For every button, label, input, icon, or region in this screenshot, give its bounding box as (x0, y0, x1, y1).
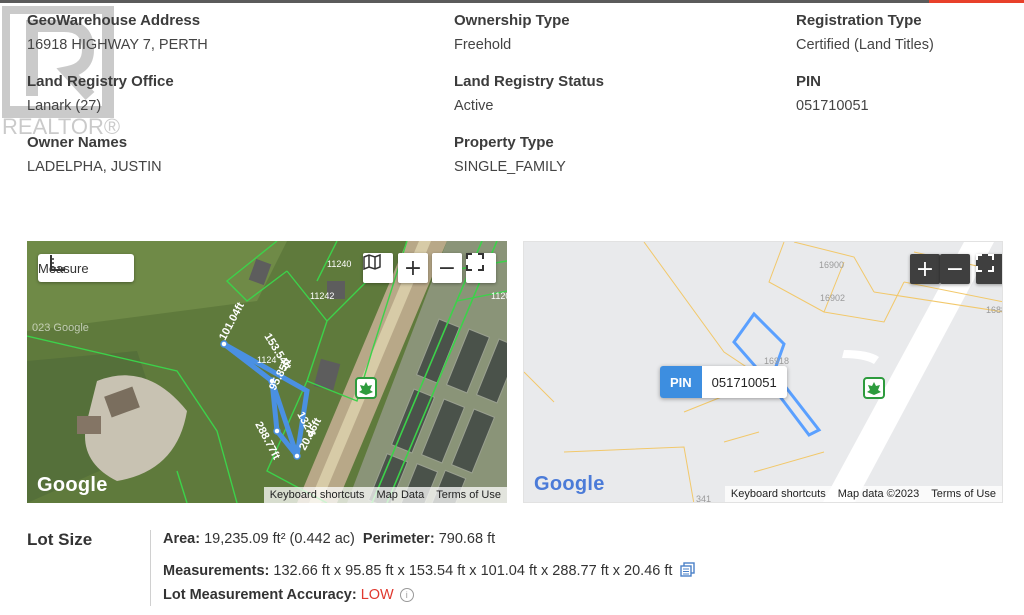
field-value: SINGLE_FAMILY (454, 159, 566, 175)
field-value: 051710051 (796, 98, 869, 114)
parcel-map[interactable]: 16900 16902 16918 1688 341 PIN 051710051… (523, 241, 1003, 503)
plus-icon: + (403, 255, 423, 281)
field-value: Lanark (27) (27, 98, 102, 114)
maple-leaf-marker[interactable] (355, 377, 377, 399)
map-watermark: 023 Google (32, 322, 89, 334)
google-logo: Google (37, 474, 108, 496)
info-icon[interactable]: i (399, 588, 414, 603)
minus-icon: − (945, 256, 965, 282)
map-data-link[interactable]: Map data ©2023 (832, 488, 926, 500)
field-label: Registration Type (796, 12, 922, 29)
fullscreen-button[interactable] (976, 254, 1002, 284)
map-footer: Keyboard shortcuts Map data ©2023 Terms … (724, 486, 1002, 502)
field-label: Land Registry Office (27, 73, 174, 90)
field-value: 16918 HIGHWAY 7, PERTH (27, 37, 208, 53)
map-data-link[interactable]: Map Data (371, 489, 431, 501)
keyboard-shortcuts-link[interactable]: Keyboard shortcuts (264, 489, 371, 501)
field-registration-type: Registration Type Certified (Land Titles… (796, 12, 934, 54)
area-value: 19,235.09 ft² (0.442 ac) (204, 531, 355, 547)
perimeter-value: 790.68 ft (438, 531, 496, 547)
map-layers-button[interactable] (363, 253, 393, 283)
field-label: Property Type (454, 134, 554, 151)
ruler-icon (50, 255, 65, 271)
parcel-label: 11242 (310, 291, 334, 301)
field-value: LADELPHA, JUSTIN (27, 159, 162, 175)
lot-accuracy-line: Lot Measurement Accuracy: LOW i (163, 587, 414, 603)
accuracy-label: Lot Measurement Accuracy: (163, 587, 357, 603)
parcel-label: 16918 (764, 356, 789, 366)
keyboard-shortcuts-link[interactable]: Keyboard shortcuts (725, 488, 832, 500)
field-label: PIN (796, 73, 822, 90)
measurements-label: Measurements: (163, 563, 270, 579)
fullscreen-icon (466, 253, 484, 271)
parcel-label: 16900 (819, 260, 844, 270)
top-accent (929, 0, 1024, 3)
field-label: Owner Names (27, 134, 128, 151)
field-land-registry-status: Land Registry Status Active (454, 73, 604, 115)
measurements-value: 132.66 ft x 95.85 ft x 153.54 ft x 101.0… (273, 563, 673, 579)
parcel-label: 1120 (491, 291, 507, 301)
pin-value: 051710051 (701, 366, 787, 398)
copy-icon[interactable] (680, 562, 696, 577)
field-label: Land Registry Status (454, 73, 605, 90)
zoom-out-button[interactable]: − (940, 254, 970, 284)
zoom-out-button[interactable]: − (432, 253, 462, 283)
lot-measurements-line: Measurements: 132.66 ft x 95.85 ft x 153… (163, 562, 696, 579)
terms-link[interactable]: Terms of Use (925, 488, 1002, 500)
minus-icon: − (437, 255, 457, 281)
lot-area-line: Area: 19,235.09 ft² (0.442 ac) Perimeter… (163, 531, 495, 547)
field-land-registry-office: Land Registry Office Lanark (27) (27, 73, 174, 115)
parcel-label: 341 (696, 494, 711, 503)
field-owner-names: Owner Names LADELPHA, JUSTIN (27, 134, 162, 176)
area-label: Area: (163, 531, 201, 547)
parcel-label: 16902 (820, 293, 845, 303)
field-property-type: Property Type SINGLE_FAMILY (454, 134, 566, 176)
field-value: Active (454, 98, 494, 114)
field-value: Freehold (454, 37, 512, 53)
zoom-in-button[interactable]: + (398, 253, 428, 283)
pin-badge[interactable]: PIN 051710051 (660, 366, 787, 398)
lot-size-divider (150, 530, 151, 606)
google-logo: Google (534, 473, 605, 495)
map-footer: Keyboard shortcuts Map Data Terms of Use (263, 487, 507, 503)
field-label: Ownership Type (454, 12, 570, 29)
field-ownership-type: Ownership Type Freehold (454, 12, 570, 54)
field-geowarehouse-address: GeoWarehouse Address 16918 HIGHWAY 7, PE… (27, 12, 208, 54)
zoom-in-button[interactable]: + (910, 254, 940, 284)
field-value: Certified (Land Titles) (796, 37, 934, 53)
fullscreen-icon (976, 254, 994, 272)
plus-icon: + (915, 256, 935, 282)
maple-leaf-marker[interactable] (863, 377, 885, 399)
perimeter-label: Perimeter: (362, 531, 435, 547)
top-border (0, 0, 1024, 3)
pin-tag: PIN (660, 366, 702, 398)
field-label: GeoWarehouse Address (27, 12, 201, 29)
parcel-label: 1124 (257, 355, 276, 365)
lot-size-heading: Lot Size (27, 530, 93, 549)
satellite-map[interactable]: 101.04ft 153.54ft 95.85ft 288.77ft 132.6… (27, 241, 507, 503)
accuracy-value: LOW (360, 587, 394, 603)
terms-link[interactable]: Terms of Use (430, 489, 507, 501)
parcel-label: 1688 (986, 305, 1003, 315)
fullscreen-button[interactable] (466, 253, 496, 283)
measure-button[interactable]: Measure (38, 254, 134, 282)
field-pin: PIN 051710051 (796, 73, 869, 115)
map-icon (363, 253, 381, 271)
